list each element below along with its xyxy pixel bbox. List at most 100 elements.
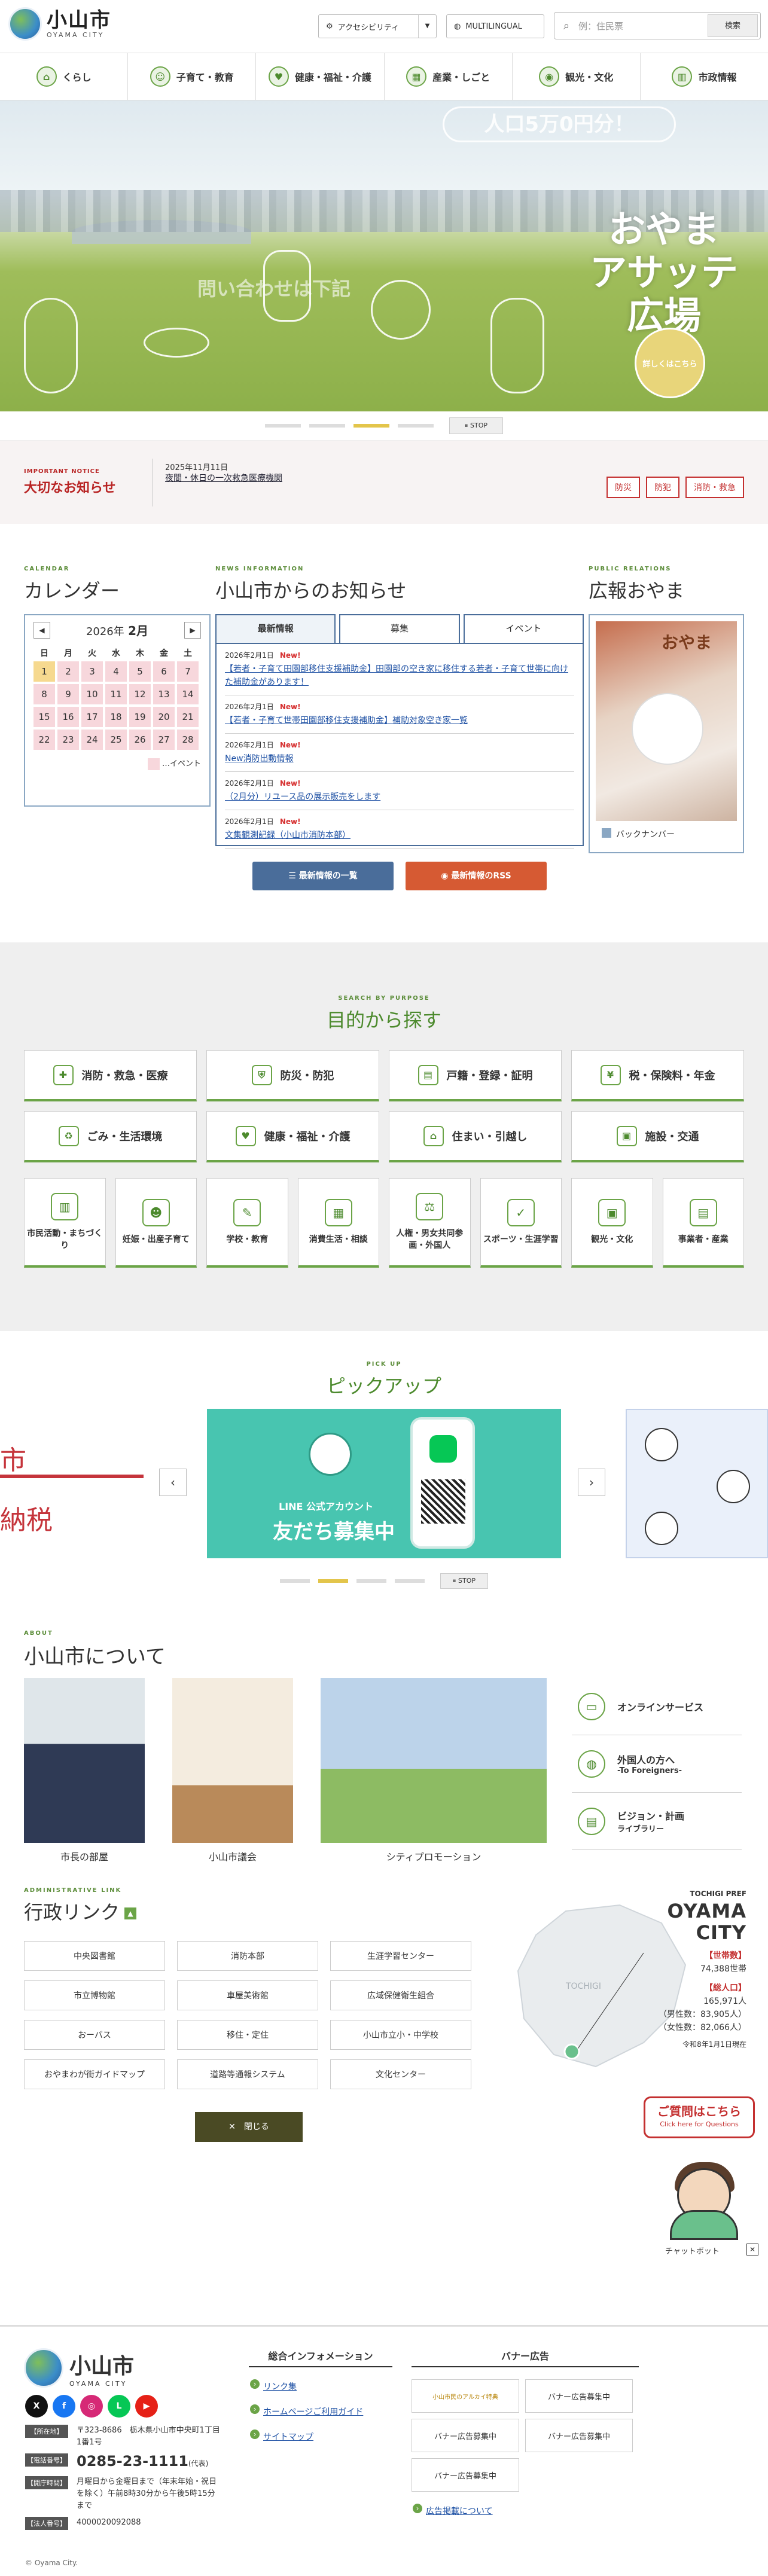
purpose-button[interactable]: ▤ 戸籍・登録・証明 — [389, 1050, 562, 1101]
crime-prevention-button[interactable]: 防犯 — [646, 477, 679, 498]
gnav-item[interactable]: ◉ 観光・文化 — [513, 53, 641, 100]
city-promotion-card[interactable]: シティプロモーション — [321, 1678, 547, 1863]
sitemap-link[interactable]: サイトマップ — [249, 2430, 392, 2443]
calendar-day[interactable]: 19 — [129, 707, 151, 727]
mayor-card[interactable]: 市長の部屋 — [24, 1678, 145, 1863]
multilingual-button[interactable]: ◍ MULTILINGUAL — [446, 14, 544, 38]
admin-link[interactable]: 車屋美術館 — [177, 1980, 318, 2010]
slider-dot[interactable] — [395, 1579, 425, 1583]
fire-emergency-button[interactable]: 消防・救急 — [685, 477, 744, 498]
purpose-button[interactable]: ✚ 消防・救急・医療 — [24, 1050, 197, 1101]
calendar-day[interactable]: 8 — [33, 684, 55, 704]
site-logo[interactable]: 小山市 OYAMA CITY — [8, 7, 111, 41]
close-button[interactable]: ✕ 閉じる — [195, 2112, 303, 2142]
gnav-item[interactable]: ☺ 子育て・教育 — [128, 53, 257, 100]
hero-banner[interactable]: 人口5万0円分！ 問い合わせは下記 おやま アサッテ 広場 詳しくはこちら — [0, 100, 768, 411]
pickup-next-arrow-icon[interactable]: › — [578, 1469, 605, 1496]
calendar-day[interactable]: 6 — [153, 661, 175, 682]
admin-link[interactable]: おやまわが街ガイドマップ — [24, 2059, 165, 2089]
banner-ad[interactable]: 小山市民のアルカイ特典 — [412, 2379, 519, 2413]
chevron-down-icon[interactable]: ▼ — [418, 15, 436, 38]
purpose-button[interactable]: ▣ 観光・文化 — [571, 1178, 653, 1268]
admin-link[interactable]: 小山市立小・中学校 — [330, 2020, 471, 2050]
calendar-day[interactable]: 24 — [81, 730, 103, 750]
calendar-day[interactable]: 25 — [105, 730, 127, 750]
calendar-day[interactable]: 14 — [177, 684, 199, 704]
tab-event[interactable]: イベント — [463, 614, 584, 643]
pickup-slide-line[interactable]: LINE 公式アカウント 友だち募集中 — [207, 1409, 561, 1558]
disaster-button[interactable]: 防災 — [607, 477, 640, 498]
purpose-button[interactable]: ▦ 消費生活・相談 — [297, 1178, 379, 1268]
calendar-day[interactable]: 28 — [177, 730, 199, 750]
news-link[interactable]: （2月分）リユース品の展示販売をします — [225, 790, 574, 804]
youtube-icon[interactable]: ▶ — [135, 2395, 158, 2418]
calendar-day[interactable]: 4 — [105, 661, 127, 682]
calendar-day[interactable]: 21 — [177, 707, 199, 727]
purpose-button[interactable]: ☻ 妊娠・出産子育て — [115, 1178, 197, 1268]
slider-stop-button[interactable]: ⏸ STOP — [440, 1573, 488, 1589]
chatbot-avatar[interactable] — [658, 2150, 748, 2240]
backnumber-link[interactable]: バックナンバー — [596, 828, 737, 840]
slider-dot[interactable] — [356, 1579, 386, 1583]
calendar-day[interactable]: 26 — [129, 730, 151, 750]
search-input[interactable]: 例：住民票 — [578, 20, 708, 32]
calendar-day[interactable]: 20 — [153, 707, 175, 727]
link-collection-link[interactable]: リンク集 — [249, 2379, 392, 2392]
purpose-button[interactable]: ▤ 事業者・産業 — [662, 1178, 744, 1268]
admin-link[interactable]: 市立博物館 — [24, 1980, 165, 2010]
purpose-button[interactable]: ▣ 施設・交通 — [571, 1111, 744, 1162]
collapse-toggle-icon[interactable]: ▲ — [124, 1907, 137, 1919]
slider-dot-active[interactable] — [318, 1579, 348, 1583]
slider-dot[interactable] — [309, 424, 345, 428]
calendar-day[interactable]: 12 — [129, 684, 151, 704]
admin-link[interactable]: 道路等通報システム — [177, 2059, 318, 2089]
ad-info-link[interactable]: 広告掲載について — [412, 2504, 639, 2517]
pickup-prev-arrow-icon[interactable]: ‹ — [159, 1469, 187, 1496]
slider-stop-button[interactable]: ⏸ STOP — [449, 417, 503, 434]
admin-link[interactable]: 移住・定住 — [177, 2020, 318, 2050]
chatbot-close-icon[interactable]: ✕ — [746, 2244, 758, 2255]
search-button[interactable]: 検索 — [708, 14, 758, 37]
calendar-day[interactable]: 13 — [153, 684, 175, 704]
question-button[interactable]: ご質問はこちら Click here for Questions — [644, 2096, 755, 2138]
calendar-day[interactable]: 27 — [153, 730, 175, 750]
news-link[interactable]: 【若者・子育て世帯田園部移住支援補助金】補助対象空き家一覧 — [225, 714, 574, 727]
calendar-day[interactable]: 16 — [57, 707, 79, 727]
purpose-button[interactable]: ⛨ 防災・防犯 — [206, 1050, 379, 1101]
council-card[interactable]: 小山市議会 — [172, 1678, 293, 1863]
calendar-day[interactable]: 2 — [57, 661, 79, 682]
slider-dot[interactable] — [265, 424, 301, 428]
admin-link[interactable]: 中央図書館 — [24, 1941, 165, 1971]
purpose-button[interactable]: ♥ 健康・福祉・介護 — [206, 1111, 379, 1162]
banner-ad[interactable]: バナー広告募集中 — [525, 2419, 633, 2452]
calendar-day[interactable]: 10 — [81, 684, 103, 704]
footer-logo[interactable]: 小山市 OYAMA CITY — [24, 2348, 134, 2388]
banner-ad[interactable]: バナー広告募集中 — [412, 2458, 519, 2492]
next-month-button[interactable]: ▶ — [184, 621, 201, 639]
calendar-day[interactable]: 17 — [81, 707, 103, 727]
usage-guide-link[interactable]: ホームページご利用ガイド — [249, 2404, 392, 2418]
gnav-item[interactable]: ▥ 市政情報 — [641, 53, 768, 100]
admin-link[interactable]: 生涯学習センター — [330, 1941, 471, 1971]
x-icon[interactable]: X — [25, 2395, 48, 2418]
tab-recruitment[interactable]: 募集 — [339, 614, 460, 643]
accessibility-button[interactable]: ⚙ アクセシビリティ ▼ — [318, 14, 437, 38]
calendar-day[interactable]: 22 — [33, 730, 55, 750]
purpose-button[interactable]: ✎ 学校・教育 — [206, 1178, 288, 1268]
purpose-button[interactable]: ♻ ごみ・生活環境 — [24, 1111, 197, 1162]
news-link[interactable]: New消防出動情報 — [225, 752, 574, 765]
gnav-item[interactable]: ♥ 健康・福祉・介護 — [256, 53, 385, 100]
instagram-icon[interactable]: ◎ — [80, 2395, 103, 2418]
hero-detail-button[interactable]: 詳しくはこちら — [635, 328, 705, 398]
tab-latest[interactable]: 最新情報 — [215, 614, 336, 643]
calendar-day[interactable]: 1 — [33, 661, 55, 682]
about-link[interactable]: ▤ ビジョン・計画 ライブラリー — [572, 1793, 742, 1850]
banner-ad[interactable]: バナー広告募集中 — [525, 2379, 633, 2413]
pickup-slide-prev[interactable]: 市 納税 — [0, 1409, 144, 1558]
slider-dot-active[interactable] — [353, 424, 389, 428]
notice-link[interactable]: 夜間・休日の一次救急医療機関 — [165, 472, 282, 484]
prev-month-button[interactable]: ◀ — [33, 621, 50, 639]
news-link[interactable]: 【若者・子育て田園部移住支援補助金】田園部の空き家に移住する若者・子育て世帯に向… — [225, 663, 574, 689]
facebook-icon[interactable]: f — [53, 2395, 75, 2418]
purpose-button[interactable]: ⌂ 住まい・引越し — [389, 1111, 562, 1162]
